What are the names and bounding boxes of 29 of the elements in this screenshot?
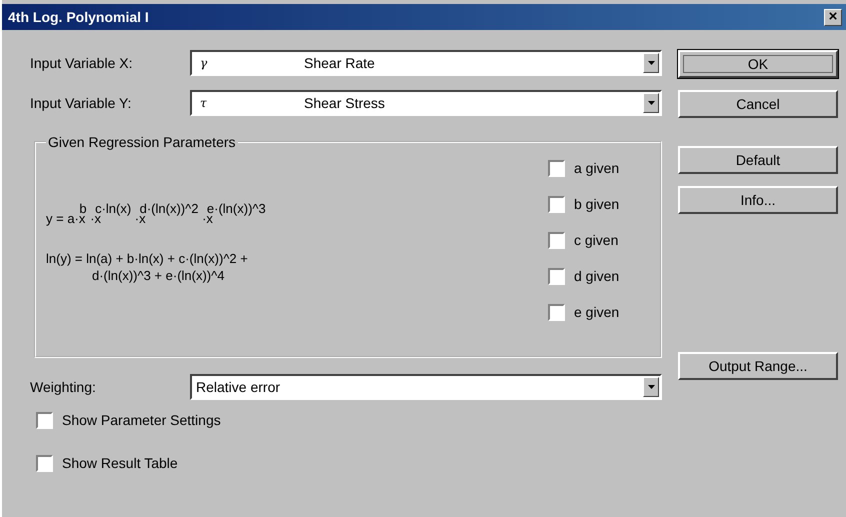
variable-dropdown[interactable]: τ Shear Stress [190, 90, 662, 116]
close-button[interactable]: × [824, 8, 842, 26]
checkbox-label[interactable]: d given [574, 268, 620, 284]
checkbox-label[interactable]: Show Result Table [62, 455, 178, 471]
dialog-button[interactable]: Info... [678, 186, 838, 214]
checkbox-label[interactable]: c given [574, 232, 618, 248]
checkbox[interactable] [548, 268, 565, 284]
checkbox[interactable] [548, 160, 565, 176]
weighting-dropdown[interactable]: Relative error [190, 374, 662, 400]
checkbox[interactable] [548, 232, 565, 248]
checkbox[interactable] [548, 304, 565, 320]
field-label: Input Variable X: [30, 55, 134, 71]
variable-dropdown[interactable]: γ Shear Rate [190, 50, 662, 76]
checkbox[interactable] [36, 412, 53, 428]
checkbox[interactable] [548, 196, 565, 212]
formula: ln(y) = ln(a) + b·ln(x) + c·(ln(x))^2 + d·(ln(x))^3 + e·(ln(x))^4 [46, 250, 249, 284]
group-title: Given Regression Parameters [47, 134, 237, 150]
checkbox-label[interactable]: Show Parameter Settings [62, 412, 221, 428]
field-label: Input Variable Y: [30, 95, 132, 111]
window-title: 4th Log. Polynomial I [8, 9, 149, 25]
checkbox-label[interactable]: b given [574, 196, 620, 212]
dialog-button[interactable]: Output Range... [678, 352, 838, 380]
dialog-button[interactable]: Default [678, 146, 838, 174]
checkbox-label[interactable]: e given [574, 304, 620, 320]
dialog-button[interactable]: Cancel [678, 90, 838, 118]
checkbox-label[interactable]: a given [574, 160, 620, 176]
checkbox[interactable] [36, 454, 53, 472]
ok-button[interactable]: OK [678, 50, 838, 78]
field-label: Weighting: [30, 379, 97, 395]
